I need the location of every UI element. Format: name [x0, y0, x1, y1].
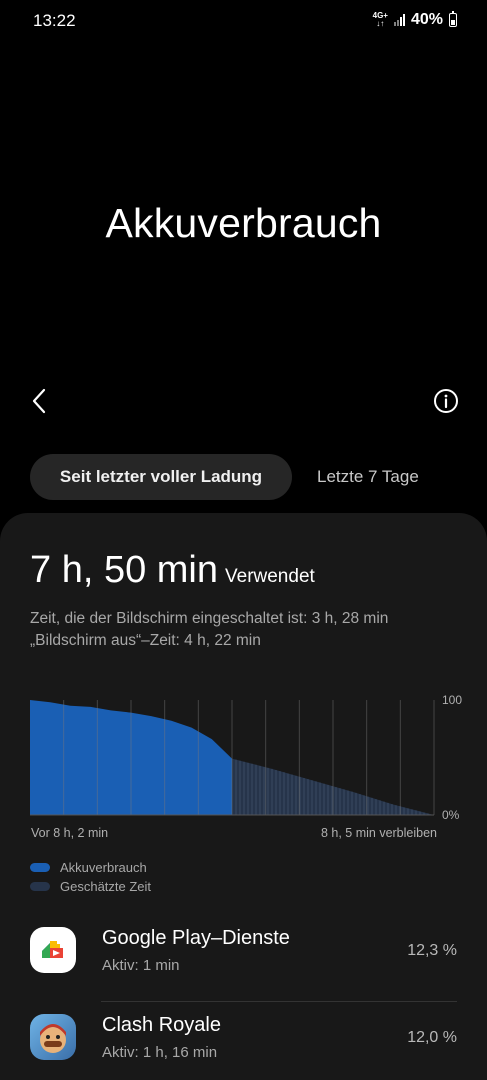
battery-chart: 100 0% — [30, 688, 470, 833]
app-row-google-play-services[interactable]: Google Play–Dienste Aktiv: 1 min 12,3 % — [30, 918, 457, 988]
legend-swatch — [30, 863, 50, 872]
divider — [101, 1001, 457, 1002]
clash-royale-icon — [30, 1014, 76, 1060]
x-end-label: 8 h, 5 min verbleiben — [320, 826, 437, 840]
status-time: 13:22 — [33, 11, 76, 30]
usage-time-value: 7 h, 50 min — [30, 549, 218, 591]
legend-item-estimated-time: Geschätzte Zeit — [30, 879, 151, 894]
back-button[interactable] — [28, 386, 52, 416]
app-usage-percent: 12,3 % — [407, 942, 457, 959]
usage-summary: 7 h, 50 min Verwendet — [30, 549, 315, 592]
usage-time-label: Verwendet — [225, 566, 315, 587]
status-bar: 13:22 4G+ ↓↑ 40% — [0, 0, 487, 40]
tab-since-last-full-charge[interactable]: Seit letzter voller Ladung — [30, 454, 292, 500]
network-type-icon: 4G+ ↓↑ — [373, 12, 388, 28]
app-active-time: Aktiv: 1 min — [102, 957, 180, 974]
y-tick-label-max: 100 — [442, 693, 462, 707]
app-row-clash-royale[interactable]: Clash Royale Aktiv: 1 h, 16 min 12,0 % — [30, 1005, 457, 1075]
app-name: Google Play–Dienste — [102, 927, 290, 949]
info-icon — [434, 389, 458, 413]
app-usage-percent: 12,0 % — [407, 1029, 457, 1046]
usage-card: 7 h, 50 min Verwendet Zeit, die der Bild… — [0, 513, 487, 1080]
battery-icon — [449, 11, 457, 27]
screen-off-time: „Bildschirm aus“–Zeit: 4 h, 22 min — [30, 632, 261, 649]
legend-label: Geschätzte Zeit — [60, 879, 152, 894]
period-tabs: Seit letzter voller Ladung Letzte 7 Tage — [30, 454, 457, 500]
status-icons: 4G+ ↓↑ 40% — [373, 11, 457, 29]
battery-chart-svg: 100 0% — [30, 693, 462, 822]
legend-label: Akkuverbrauch — [60, 860, 147, 875]
x-start-label: Vor 8 h, 2 min — [31, 826, 109, 840]
network-activity-label: ↓↑ — [376, 19, 385, 28]
signal-strength-icon — [393, 14, 405, 26]
y-tick-label-min: 0% — [442, 808, 460, 822]
battery-percent: 40% — [410, 11, 443, 28]
page-title: Akkuverbrauch — [105, 200, 382, 246]
legend-item-battery-usage: Akkuverbrauch — [30, 860, 147, 875]
info-button[interactable] — [433, 388, 459, 414]
chevron-left-icon — [32, 388, 46, 414]
tab-last-7-days[interactable]: Letzte 7 Tage — [317, 454, 419, 500]
legend-swatch — [30, 882, 50, 891]
screen-on-time: Zeit, die der Bildschirm eingeschaltet i… — [30, 610, 389, 627]
google-play-services-icon — [30, 927, 76, 973]
app-name: Clash Royale — [102, 1014, 221, 1036]
app-active-time: Aktiv: 1 h, 16 min — [102, 1044, 218, 1061]
